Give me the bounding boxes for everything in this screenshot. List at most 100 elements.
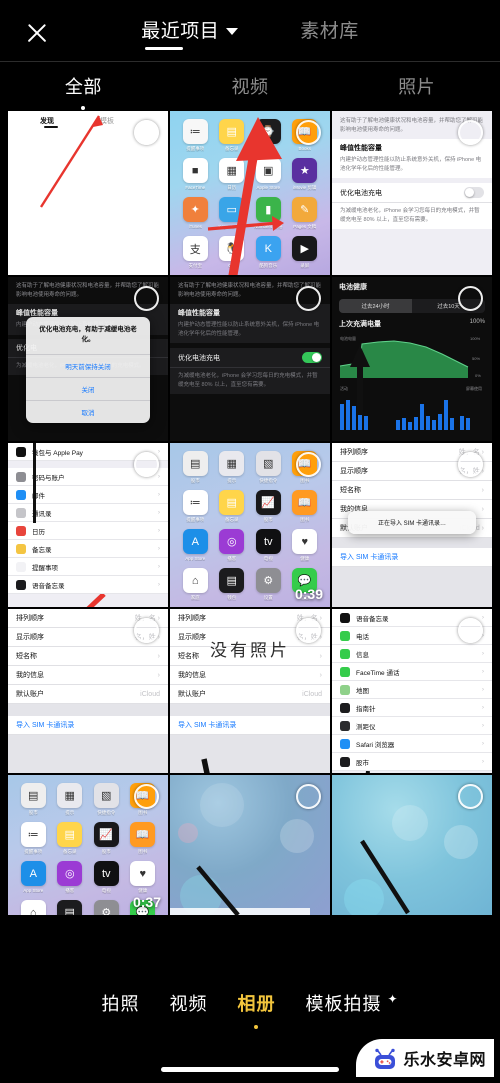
homescreen-app[interactable]: 📈 股市 [90,822,123,855]
homescreen-app[interactable]: 📈 股市 [252,490,285,523]
media-thumbnail[interactable]: ▤ 股市 ▦ 提示 ▧ 快捷指令 📖 图书 ≔ 提醒事项 ▤ 备忘录 📈 股市 📖 图书 A App Store ◎… [8,775,168,915]
homescreen-app[interactable]: 🐧 QQ [216,236,249,269]
homescreen-app[interactable]: 📖 图书 [127,822,160,855]
homescreen-app[interactable]: ▮ Numbers 表格 [252,197,285,230]
import-sim-link[interactable]: 导入 SIM 卡通讯录 [170,716,330,735]
homescreen-app[interactable]: ✦ iTunes [179,197,212,230]
media-thumbnail[interactable]: 电池健康 过去24小时 过去10天 上次充满电量 100% 电池电量 100% … [332,277,492,441]
import-sim-link[interactable]: 导入 SIM 卡通讯录 [8,716,168,735]
media-thumbnail[interactable]: 钱包与 Apple Pay › 密码与账户 › 邮件 › 通讯录 › 日历 › … [8,443,168,607]
settings-row[interactable]: 指南针 › [332,699,492,717]
filter-tab-photo[interactable]: 照片 [333,73,500,99]
homescreen-app[interactable]: ≔ 提醒事项 [179,490,212,523]
selection-ring[interactable] [296,120,321,145]
media-thumbnail[interactable]: 这有助于了解电池健康状况和电池容量，并帮助您了解可能影响电池使用寿命的问题。 峰… [332,111,492,275]
homescreen-app[interactable]: ⚙设置 [90,900,123,915]
selection-ring[interactable] [296,452,321,477]
homescreen-app[interactable]: ▤ 备忘录 [216,490,249,523]
mode-template[interactable]: 模板拍摄 ✦ [305,990,398,1016]
settings-row[interactable]: 默认账户 iCloud [170,685,330,704]
homescreen-app[interactable]: ▣ Apple Store [252,158,285,191]
media-thumbnail[interactable]: 排列顺序 姓，名 › 显示顺序 名，姓 › 短名称 › 我的信息 › [332,443,492,607]
chevron-down-icon[interactable] [226,27,239,35]
homescreen-app[interactable]: tv 电视 [90,861,123,894]
homescreen-app[interactable]: A App Store [179,529,212,562]
homescreen-app[interactable]: ⌂家庭 [17,900,50,915]
media-thumbnail[interactable]: 排列顺序 姓，名 › 显示顺序 名，姓 › 短名称 › 我的信息 › [8,609,168,773]
alert-action-off[interactable]: 关闭 [26,376,150,400]
homescreen-app[interactable]: ▶ 录屏 [289,236,322,269]
settings-row[interactable]: 地图 › [332,681,492,699]
homescreen-app[interactable]: ♥ 健康 [127,861,160,894]
homescreen-app[interactable]: tv 电视 [252,529,285,562]
homescreen-app[interactable]: ⌂家庭 [179,568,212,601]
settings-row[interactable]: 通讯录 › [8,504,168,522]
media-thumbnail[interactable] [170,775,330,915]
homescreen-app[interactable]: ▤钱包 [216,568,249,601]
homescreen-app[interactable]: ▤钱包 [54,900,87,915]
selection-ring[interactable] [134,618,159,643]
settings-row[interactable]: 邮件 › [8,486,168,504]
homescreen-app[interactable]: ▧ 快捷指令 [90,783,123,816]
settings-row[interactable]: 短名称 › [332,481,492,500]
selection-ring[interactable] [458,618,483,643]
homescreen-app[interactable]: ≔ 提醒事项 [17,822,50,855]
source-tab-library[interactable]: 素材库 [300,16,359,43]
mode-video[interactable]: 视频 [169,990,207,1016]
selection-ring[interactable] [458,286,483,311]
selection-ring[interactable] [134,120,159,145]
media-thumbnail[interactable]: 发现 模板 [8,111,168,275]
homescreen-app[interactable]: ▤ 备忘录 [54,822,87,855]
homescreen-app[interactable]: ≔ 提醒事项 [179,119,212,152]
selection-ring[interactable] [134,784,159,809]
settings-row[interactable]: FaceTime 通话 › [332,663,492,681]
homescreen-app[interactable]: A App Store [17,861,50,894]
selection-ring[interactable] [134,286,159,311]
filter-tab-all[interactable]: 全部 [0,73,167,110]
homescreen-app[interactable]: 📖 图书 [289,490,322,523]
selection-ring[interactable] [458,784,483,809]
media-thumbnail[interactable]: 这有助于了解电池健康状况和电池容量，并帮助您了解可能影响电池使用寿命的问题。 峰… [8,277,168,441]
homescreen-app[interactable]: ▤ 备忘录 [216,119,249,152]
alert-action-keep-off[interactable]: 明天前保持关闭 [26,353,150,377]
settings-row[interactable]: 日历 › [8,522,168,540]
homescreen-app[interactable]: ◎ 播客 [54,861,87,894]
homescreen-app[interactable]: ▤ 股市 [17,783,50,816]
alert-action-cancel[interactable]: 取消 [26,399,150,423]
media-thumbnail[interactable]: 语音备忘录 › 电话 › 信息 › FaceTime 通话 › 地图 › 指南针… [332,609,492,773]
settings-row[interactable]: 我的信息 › [170,666,330,685]
homescreen-app[interactable]: ✎ Pages 文稿 [289,197,322,230]
homescreen-app[interactable]: K 酷狗音乐 [252,236,285,269]
homescreen-app[interactable]: 支支付宝 [179,236,212,269]
source-tab-recent[interactable]: 最近项目 [141,16,239,43]
selection-ring[interactable] [458,120,483,145]
import-sim-link[interactable]: 导入 SIM 卡通讯录 [332,548,492,567]
homescreen-app[interactable]: ▦ 日历 [216,158,249,191]
homescreen-app[interactable]: ★ iMovie 剪辑 [289,158,322,191]
thumb5-row-optimize[interactable]: 优化电池充电 [170,348,330,369]
homescreen-app[interactable]: ⌚ Watch [252,119,285,152]
selection-ring[interactable] [134,452,159,477]
homescreen-app[interactable]: ▦ 提示 [54,783,87,816]
media-thumbnail[interactable] [332,775,492,915]
media-thumbnail[interactable]: ≔ 提醒事项 ▤ 备忘录 ⌚ Watch 📖 Books ■ FaceTime ▦ 日历 ▣ Apple … [170,111,330,275]
homescreen-app[interactable]: ◎ 播客 [216,529,249,562]
homescreen-app[interactable]: ⚙设置 [252,568,285,601]
media-thumbnail[interactable]: ▤ 股市 ▦ 提示 ▧ 快捷指令 📖 图书 ≔ 提醒事项 ▤ 备忘录 📈 股市 📖 图书 A App Store ◎… [170,443,330,607]
settings-row[interactable]: 测距仪 › [332,717,492,735]
filter-tab-video[interactable]: 视频 [167,73,334,99]
thumb3-row-optimize[interactable]: 优化电池充电 [332,183,492,204]
settings-row[interactable]: 备忘录 › [8,540,168,558]
settings-row[interactable]: 我的信息 › [8,666,168,685]
media-thumbnail[interactable]: 这有助于了解电池健康状况和电池容量，并帮助您了解可能影响电池使用寿命的问题。 峰… [170,277,330,441]
thumb5-toggle-optimize[interactable] [302,352,322,364]
settings-row[interactable]: Safari 浏览器 › [332,735,492,753]
settings-row[interactable]: 语音备忘录 › [8,576,168,594]
homescreen-app[interactable]: ▤ 股市 [179,451,212,484]
selection-ring[interactable] [458,452,483,477]
homescreen-app[interactable]: ▭ Keynote 讲演 [216,197,249,230]
thumb3-toggle-optimize[interactable] [464,187,484,199]
chart-segment-24h[interactable]: 过去24小时 [339,299,412,313]
homescreen-app[interactable]: ■ FaceTime [179,158,212,191]
selection-ring[interactable] [296,618,321,643]
